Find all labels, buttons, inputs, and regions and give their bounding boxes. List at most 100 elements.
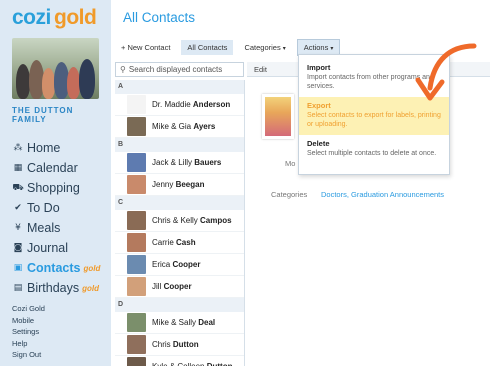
contact-last-name: Cash — [176, 238, 196, 247]
contact-name: Chris Dutton — [152, 340, 199, 349]
categories-field-value: Doctors, Graduation Announcements — [321, 190, 444, 199]
avatar — [127, 233, 146, 252]
contact-row[interactable]: Erica Cooper — [115, 254, 244, 276]
contact-first-name: Mike & Gia — [152, 122, 194, 131]
contact-name: Mike & Gia Ayers — [152, 122, 215, 131]
sidebar: cozi gold THE DUTTON FAMILY ⁂ Home ▦ Calend… — [0, 0, 111, 366]
sidebar-item-label: To Do — [27, 201, 60, 215]
toolbar: + New Contact All Contacts Categories ▾ A… — [115, 38, 345, 56]
gift-icon: ▤ — [13, 283, 23, 293]
family-photo[interactable] — [12, 38, 99, 99]
contact-last-name: Dutton — [207, 362, 233, 366]
footer-link-settings[interactable]: Settings — [12, 326, 102, 338]
cozi-gold-logo[interactable]: cozi gold — [12, 6, 104, 32]
contact-name: Jenny Beegan — [152, 180, 204, 189]
footer-link-mobile[interactable]: Mobile — [12, 315, 102, 327]
mobile-label: Mo — [285, 159, 296, 168]
categories-dropdown[interactable]: Categories ▾ — [238, 40, 291, 55]
contact-last-name: Deal — [198, 318, 216, 327]
search-input[interactable]: ⚲ Search displayed contacts — [115, 62, 244, 77]
new-contact-button[interactable]: + New Contact — [115, 40, 176, 55]
sidebar-item-meals[interactable]: ¥ Meals — [12, 218, 108, 238]
contact-name: Jill Cooper — [152, 282, 192, 291]
camera-icon: ◙ — [13, 243, 23, 253]
contact-last-name: Dutton — [172, 340, 199, 349]
contact-name: Mike & Sally Deal — [152, 318, 215, 327]
logo-text-gold: gold — [54, 6, 97, 29]
calendar-icon: ▦ — [13, 163, 23, 173]
contact-first-name: Jill — [152, 282, 164, 291]
logo-text-cozi: cozi — [12, 6, 51, 29]
sidebar-item-label: Home — [27, 141, 61, 155]
main-nav: ⁂ Home ▦ Calendar ⛟ Shopping ✔ To Do ¥ Meals ◙ Jour… — [12, 138, 108, 298]
group-header: A — [115, 80, 244, 94]
contact-name: Chris & Kelly Campos — [152, 216, 232, 225]
sidebar-item-to-do[interactable]: ✔ To Do — [12, 198, 108, 218]
category-link[interactable]: Graduation Announcements — [351, 190, 444, 199]
sidebar-item-calendar[interactable]: ▦ Calendar — [12, 158, 108, 178]
footer-link-sign-out[interactable]: Sign Out — [12, 349, 102, 361]
contact-name: Erica Cooper — [152, 260, 200, 269]
sidebar-item-label: Birthdays — [27, 281, 80, 295]
utensils-icon: ¥ — [15, 223, 21, 233]
contact-first-name: Erica — [152, 260, 173, 269]
contact-row[interactable]: Jenny Beegan — [115, 174, 244, 196]
chevron-down-icon: ▾ — [330, 45, 334, 52]
contact-row[interactable]: Chris & Kelly Campos — [115, 210, 244, 232]
group-header: B — [115, 138, 244, 152]
group-header: D — [115, 298, 244, 312]
contact-last-name: Campos — [200, 216, 232, 225]
avatar — [127, 277, 146, 296]
avatar — [127, 117, 146, 136]
categories-field-label: Categories — [271, 190, 308, 199]
chevron-down-icon: ▾ — [282, 45, 286, 52]
contact-last-name: Anderson — [192, 100, 231, 109]
contact-name: Jack & Lilly Bauers — [152, 158, 221, 167]
avatar — [127, 357, 146, 366]
contact-first-name: Chris — [152, 340, 173, 349]
contact-row[interactable]: Kyle & Colleen Dutton — [115, 356, 244, 366]
category-link[interactable]: Doctors — [321, 190, 347, 199]
all-contacts-button[interactable]: All Contacts — [181, 39, 234, 55]
footer-link-cozi-gold[interactable]: Cozi Gold — [12, 303, 102, 315]
avatar — [127, 211, 146, 230]
sidebar-item-shopping[interactable]: ⛟ Shopping — [12, 178, 108, 198]
sidebar-item-label: Contacts — [27, 261, 81, 275]
group-header: C — [115, 196, 244, 210]
edit-button[interactable]: Edit — [254, 65, 267, 74]
contact-name: Carrie Cash — [152, 238, 196, 247]
contact-row[interactable]: Jill Cooper — [115, 276, 244, 298]
actions-dropdown[interactable]: Actions ▾ — [296, 38, 341, 56]
contact-row[interactable]: Mike & Sally Deal — [115, 312, 244, 334]
sidebar-item-label: Journal — [27, 241, 68, 255]
sidebar-item-home[interactable]: ⁂ Home — [12, 138, 108, 158]
contact-name: Dr. Maddie Anderson — [152, 100, 230, 109]
contact-first-name: Mike & Sally — [152, 318, 199, 327]
contact-photo — [262, 94, 294, 139]
contact-row[interactable]: Mike & Gia Ayers — [115, 116, 244, 138]
sidebar-item-birthdays[interactable]: ▤ Birthdays gold — [12, 278, 108, 298]
contacts-icon: ▣ — [13, 263, 23, 273]
contact-name: Kyle & Colleen Dutton — [152, 362, 232, 366]
search-icon: ⚲ — [120, 65, 126, 74]
sidebar-item-contacts[interactable]: ▣ Contacts gold — [12, 258, 108, 278]
footer-links: Cozi Gold Mobile Settings Help Sign Out — [12, 303, 102, 361]
contact-row[interactable]: Chris Dutton — [115, 334, 244, 356]
footer-link-help[interactable]: Help — [12, 338, 102, 350]
contact-list[interactable]: A Dr. Maddie Anderson Mike & Gia Ayers B Jac… — [115, 80, 245, 366]
contact-first-name: Chris & Kelly — [152, 216, 201, 225]
contact-row[interactable]: Carrie Cash — [115, 232, 244, 254]
menu-item-description: Select multiple contacts to delete at on… — [307, 150, 437, 157]
sidebar-item-label: Meals — [27, 221, 61, 235]
contact-row[interactable]: Jack & Lilly Bauers — [115, 152, 244, 174]
contact-first-name: Jenny — [152, 180, 176, 189]
family-icon: ⁂ — [13, 143, 23, 153]
avatar — [127, 313, 146, 332]
menu-item-delete[interactable]: Delete Select multiple contacts to delet… — [299, 135, 449, 173]
sidebar-item-journal[interactable]: ◙ Journal — [12, 238, 108, 258]
contact-first-name: Jack & Lilly — [152, 158, 195, 167]
cart-icon: ⛟ — [12, 182, 24, 193]
contact-row[interactable]: Dr. Maddie Anderson — [115, 94, 244, 116]
page-title: All Contacts — [123, 10, 196, 25]
avatar — [127, 153, 146, 172]
